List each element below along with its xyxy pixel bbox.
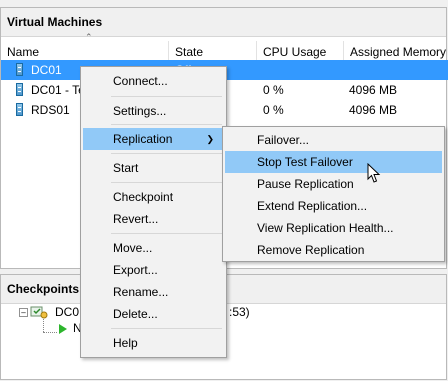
vm-name: DC01 - Te	[31, 83, 85, 97]
menu-item-extend-replication[interactable]: Extend Replication...	[225, 195, 442, 217]
tree-line	[43, 332, 57, 334]
play-icon	[59, 324, 67, 334]
menu-separator	[111, 328, 222, 329]
checkpoint-tree-root[interactable]: DC0	[55, 305, 79, 319]
checkpoint-tree-root-time: :53)	[229, 305, 250, 319]
menu-item-view-replication-health[interactable]: View Replication Health...	[225, 217, 442, 239]
vm-context-menu: Connect... Settings... Replication ❯ Sta…	[80, 66, 227, 358]
menu-item-help[interactable]: Help	[83, 332, 224, 354]
menu-item-move[interactable]: Move...	[83, 237, 224, 259]
menu-item-failover[interactable]: Failover...	[225, 129, 442, 151]
menu-item-revert[interactable]: Revert...	[83, 208, 224, 230]
vm-icon	[16, 103, 23, 116]
vm-cpu: 0 %	[263, 103, 284, 117]
menu-item-remove-replication[interactable]: Remove Replication	[225, 239, 442, 261]
menu-separator	[111, 153, 222, 154]
vm-icon	[16, 83, 23, 96]
vm-icon	[16, 63, 23, 76]
replication-submenu: Failover... Stop Test Failover Pause Rep…	[222, 126, 445, 262]
vm-name: DC01	[31, 63, 62, 77]
tree-collapse-toggle[interactable]: –	[19, 308, 28, 317]
menu-item-pause-replication[interactable]: Pause Replication	[225, 173, 442, 195]
chevron-right-icon: ❯	[206, 134, 214, 144]
menu-separator	[111, 96, 222, 97]
menu-item-replication[interactable]: Replication ❯	[83, 128, 224, 150]
menu-item-connect[interactable]: Connect...	[83, 70, 224, 92]
menu-item-start[interactable]: Start	[83, 157, 224, 179]
checkpoint-icon	[30, 306, 48, 319]
menu-item-checkpoint[interactable]: Checkpoint	[83, 186, 224, 208]
vm-cpu: 0 %	[263, 83, 284, 97]
menu-item-stop-test-failover[interactable]: Stop Test Failover	[225, 151, 442, 173]
menu-item-rename[interactable]: Rename...	[83, 281, 224, 303]
menu-item-delete[interactable]: Delete...	[83, 303, 224, 325]
vm-memory: 4096 MB	[349, 103, 398, 117]
tree-line	[43, 319, 45, 332]
mouse-pointer-icon	[367, 163, 381, 183]
virtual-machines-title: Virtual Machines	[1, 8, 446, 37]
menu-item-settings[interactable]: Settings...	[83, 100, 224, 122]
menu-separator	[111, 124, 222, 125]
vm-name: RDS01	[31, 103, 70, 117]
menu-item-export[interactable]: Export...	[83, 259, 224, 281]
menu-item-replication-label: Replication	[113, 132, 173, 146]
menu-separator	[111, 233, 222, 234]
menu-separator	[111, 182, 222, 183]
vm-memory: 4096 MB	[349, 83, 398, 97]
